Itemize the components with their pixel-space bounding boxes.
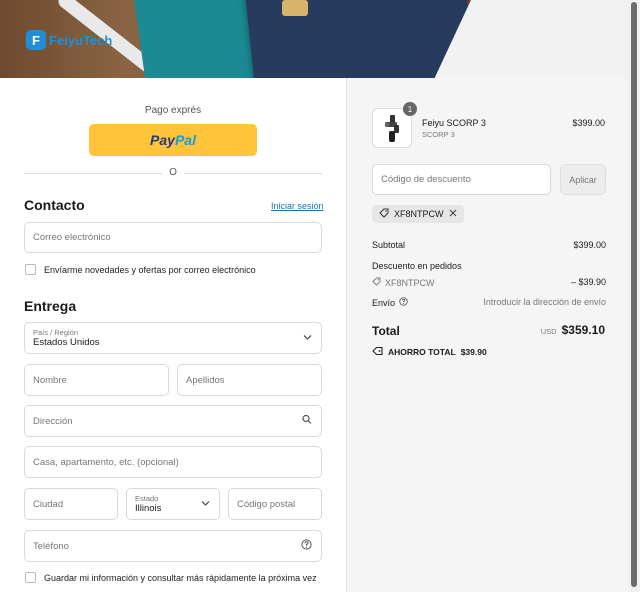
total-savings: AHORRO TOTAL $39.90 bbox=[372, 346, 487, 358]
discount-placeholder: Código de descuento bbox=[381, 174, 471, 185]
page-scrollbar[interactable] bbox=[628, 0, 640, 592]
checkout-form-column: Pago exprés Pay Pal O Contacto Iniciar se… bbox=[0, 78, 346, 592]
tag-icon bbox=[379, 208, 389, 220]
header-banner: F FeiyuTech bbox=[0, 0, 628, 78]
gimbal-product-icon bbox=[384, 115, 399, 142]
chevron-down-icon bbox=[303, 333, 312, 344]
address-placeholder: Dirección bbox=[33, 415, 73, 427]
divider-line-left bbox=[24, 173, 162, 174]
brand-logo-text: FeiyuTech bbox=[49, 32, 113, 48]
city-field[interactable]: Ciudad bbox=[24, 488, 118, 520]
postal-placeholder: Código postal bbox=[237, 498, 296, 510]
contact-heading: Contacto bbox=[24, 197, 85, 213]
help-circle-icon[interactable] bbox=[301, 539, 312, 553]
help-circle-icon[interactable] bbox=[399, 297, 408, 308]
product-price: $399.00 bbox=[572, 118, 605, 128]
applied-code-text: XF8NTPCW bbox=[394, 209, 444, 219]
email-placeholder: Correo electrónico bbox=[33, 232, 111, 243]
shipping-label-cell: Envío bbox=[372, 297, 408, 308]
discount-code-input[interactable]: Código de descuento bbox=[372, 164, 551, 195]
shipping-row: Envío Introducir la dirección de envío bbox=[372, 297, 606, 308]
first-name-placeholder: Nombre bbox=[33, 374, 67, 386]
first-name-field[interactable]: Nombre bbox=[24, 364, 169, 396]
tag-icon bbox=[372, 277, 381, 288]
last-name-placeholder: Apellidos bbox=[186, 374, 225, 386]
state-select[interactable]: Estado Illinois bbox=[126, 488, 220, 520]
discount-code-cell: XF8NTPCW bbox=[372, 277, 435, 288]
total-value: $359.10 bbox=[561, 323, 605, 337]
savings-value: $39.90 bbox=[460, 347, 487, 357]
phone-placeholder: Teléfono bbox=[33, 540, 69, 552]
chevron-down-icon bbox=[201, 499, 210, 510]
state-value: Illinois bbox=[135, 503, 162, 514]
country-value: Estados Unidos bbox=[33, 337, 100, 348]
save-info-label: Guardar mi información y consultar más r… bbox=[44, 572, 317, 583]
last-name-field[interactable]: Apellidos bbox=[177, 364, 322, 396]
state-label: Estado bbox=[135, 494, 159, 503]
brand-logo-mark: F bbox=[26, 30, 46, 50]
paypal-logo-part2: Pal bbox=[174, 132, 196, 148]
brand-logo[interactable]: F FeiyuTech bbox=[26, 30, 112, 50]
tag-icon bbox=[372, 346, 383, 358]
shipping-label: Envío bbox=[372, 297, 396, 308]
order-discount-row: Descuento en pedidos bbox=[372, 261, 606, 271]
or-divider: O bbox=[24, 167, 322, 178]
discount-value: – $39.90 bbox=[570, 277, 606, 287]
quantity-badge: 1 bbox=[403, 102, 417, 116]
delivery-heading: Entrega bbox=[24, 298, 77, 314]
apartment-placeholder: Casa, apartamento, etc. (opcional) bbox=[33, 456, 179, 468]
postal-code-field[interactable]: Código postal bbox=[228, 488, 322, 520]
subtotal-label: Subtotal bbox=[372, 240, 406, 250]
order-discount-label: Descuento en pedidos bbox=[372, 261, 462, 271]
currency-code: USD bbox=[540, 327, 557, 336]
save-info-checkbox[interactable] bbox=[25, 572, 36, 583]
banner-card-chip-graphic bbox=[282, 0, 308, 16]
discount-code-text: XF8NTPCW bbox=[385, 277, 435, 288]
remove-discount-close-icon[interactable] bbox=[449, 209, 457, 219]
applied-discount-tag: XF8NTPCW bbox=[372, 205, 464, 223]
discount-code-row: XF8NTPCW – $39.90 bbox=[372, 277, 606, 288]
shipping-value: Introducir la dirección de envío bbox=[483, 297, 606, 307]
newsletter-checkbox-row[interactable]: Envíarme novedades y ofertas por correo … bbox=[25, 264, 256, 275]
total-label: Total bbox=[372, 324, 400, 338]
divider-line-right bbox=[184, 173, 322, 174]
email-field[interactable]: Correo electrónico bbox=[24, 222, 322, 253]
paypal-logo-part1: Pay bbox=[150, 132, 175, 148]
total-amount: USD $359.10 bbox=[541, 323, 605, 337]
city-placeholder: Ciudad bbox=[33, 498, 64, 510]
order-summary-column: 1 Feiyu SCORP 3 SCORP 3 $399.00 Código d… bbox=[346, 78, 628, 592]
search-icon[interactable] bbox=[302, 414, 312, 428]
save-info-checkbox-row[interactable]: Guardar mi información y consultar más r… bbox=[25, 572, 317, 583]
subtotal-value: $399.00 bbox=[573, 240, 606, 250]
newsletter-label: Envíarme novedades y ofertas por correo … bbox=[44, 264, 256, 275]
apply-discount-button[interactable]: Aplicar bbox=[560, 164, 606, 195]
newsletter-checkbox[interactable] bbox=[25, 264, 36, 275]
login-link[interactable]: Iniciar sesión bbox=[271, 201, 324, 211]
express-checkout-label: Pago exprés bbox=[144, 105, 202, 116]
phone-field[interactable]: Teléfono bbox=[24, 530, 322, 562]
savings-label: AHORRO TOTAL bbox=[388, 347, 456, 357]
apartment-field[interactable]: Casa, apartamento, etc. (opcional) bbox=[24, 446, 322, 478]
paypal-button[interactable]: Pay Pal bbox=[89, 124, 257, 156]
divider-text: O bbox=[169, 167, 177, 178]
scrollbar-thumb[interactable] bbox=[631, 2, 637, 587]
product-variant: SCORP 3 bbox=[422, 130, 455, 139]
subtotal-row: Subtotal $399.00 bbox=[372, 240, 606, 250]
country-select[interactable]: País / Región Estados Unidos bbox=[24, 322, 322, 354]
product-name: Feiyu SCORP 3 bbox=[422, 118, 486, 128]
country-label: País / Región bbox=[33, 328, 79, 337]
address-field[interactable]: Dirección bbox=[24, 405, 322, 437]
